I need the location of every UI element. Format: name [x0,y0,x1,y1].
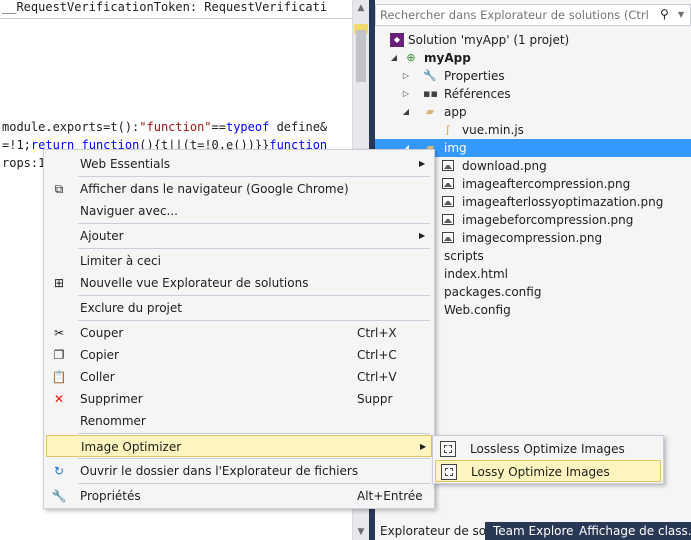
js-file-icon: ʃ [446,123,450,136]
menu-separator [78,458,430,459]
tab-solution-explorer[interactable]: Explorateur de sol... [375,522,485,540]
tab-team-explorer[interactable]: Team Explorer [488,522,573,540]
chevron-down-icon[interactable]: ▼ [678,7,688,23]
image-file-icon [442,214,454,225]
image-file-icon [442,196,454,207]
menu-separator [78,248,430,249]
expand-icon[interactable]: ▷ [401,85,411,103]
code-line-1: __RequestVerificationToken: RequestVerif… [2,0,328,14]
menu-separator [78,176,430,177]
copy-icon: ❐ [53,348,65,362]
menu-separator [78,223,430,224]
optimize-icon [441,464,457,480]
menu-item-browse-with[interactable]: Naviguer avec... [46,200,432,222]
refresh-icon: ↻ [53,464,65,478]
tree-item-properties[interactable]: ▷ 🔧 Properties [375,67,691,85]
submenu-arrow-icon: ▶ [420,442,427,451]
solution-icon: ◆ [390,33,404,47]
tree-item-app-folder[interactable]: ◢ ▰ app [375,103,691,121]
menu-item-properties[interactable]: 🔧 Propriétés Alt+Entrée [46,485,432,507]
menu-item-scope-to-this[interactable]: Limiter à ceci [46,250,432,272]
menu-item-web-essentials[interactable]: Web Essentials ▶ [46,153,432,175]
menu-item-new-solution-view[interactable]: ⊞ Nouvelle vue Explorateur de solutions [46,272,432,294]
tree-item-vue-js[interactable]: ʃ vue.min.js [375,121,691,139]
solution-search-input[interactable] [380,6,650,24]
menu-separator [78,295,430,296]
expand-icon[interactable]: ▷ [401,67,411,85]
code-line-2: module.exports=t():"function"==typeof de… [2,120,328,134]
menu-item-rename[interactable]: Renommer [46,410,432,432]
paste-icon: 📋 [51,370,67,384]
menu-item-lossy-optimize[interactable]: Lossy Optimize Images [435,460,661,482]
scissors-icon: ✂ [53,326,65,340]
tree-item-references[interactable]: ▷ ▪▪ Références [375,85,691,103]
menu-item-lossless-optimize[interactable]: Lossless Optimize Images [435,438,661,460]
menu-separator [78,433,430,434]
tree-item-solution[interactable]: ◆ Solution 'myApp' (1 projet) [375,31,691,49]
menu-item-image-optimizer[interactable]: Image Optimizer ▶ [46,435,432,457]
new-view-icon: ⊞ [53,276,65,290]
menu-item-exclude-from-project[interactable]: Exclure du projet [46,297,432,319]
menu-item-add[interactable]: Ajouter ▶ [46,225,432,247]
wrench-icon: 🔧 [51,489,67,503]
collapse-icon[interactable]: ◢ [389,49,399,67]
references-icon: ▪▪ [423,87,438,100]
code-separator [0,18,352,19]
submenu-arrow-icon: ▶ [419,231,426,240]
optimize-icon [440,441,456,457]
scroll-thumb[interactable] [356,30,366,82]
delete-icon: ✕ [53,392,65,406]
menu-item-view-in-browser[interactable]: ⧉ Afficher dans le navigateur (Google Ch… [46,178,432,200]
menu-item-open-folder[interactable]: ↻ Ouvrir le dossier dans l'Explorateur d… [46,460,432,482]
collapse-icon[interactable]: ◢ [401,103,411,121]
image-optimizer-submenu: Lossless Optimize Images Lossy Optimize … [432,435,664,484]
submenu-arrow-icon: ▶ [419,159,426,168]
image-file-icon [442,232,454,243]
menu-item-paste[interactable]: 📋 Coller Ctrl+V [46,366,432,388]
tab-class-view[interactable]: Affichage de class... [574,522,691,540]
menu-item-delete[interactable]: ✕ Supprimer Suppr [46,388,432,410]
menu-item-cut[interactable]: ✂ Couper Ctrl+X [46,322,432,344]
browser-icon: ⧉ [54,182,64,196]
solution-search[interactable]: ⚲ ▼ [375,4,691,26]
image-file-icon [442,160,454,171]
code-line-4: rops:1 [2,156,46,170]
search-icon[interactable]: ⚲ [660,7,676,23]
wrench-icon: 🔧 [423,69,437,82]
scroll-up-icon[interactable]: ▲ [353,0,369,16]
menu-separator [78,483,430,484]
tree-item-project[interactable]: ◢ ⊕ myApp [375,49,691,67]
scroll-down-icon[interactable]: ▼ [353,524,369,540]
menu-separator [78,320,430,321]
solution-explorer-tabs: Explorateur de sol... Team Explorer Affi… [375,522,691,540]
image-file-icon [442,178,454,189]
context-menu: Web Essentials ▶ ⧉ Afficher dans le navi… [43,149,435,509]
folder-open-icon: ▰ [425,105,435,118]
web-project-icon: ⊕ [406,51,416,64]
menu-item-copy[interactable]: ❐ Copier Ctrl+C [46,344,432,366]
